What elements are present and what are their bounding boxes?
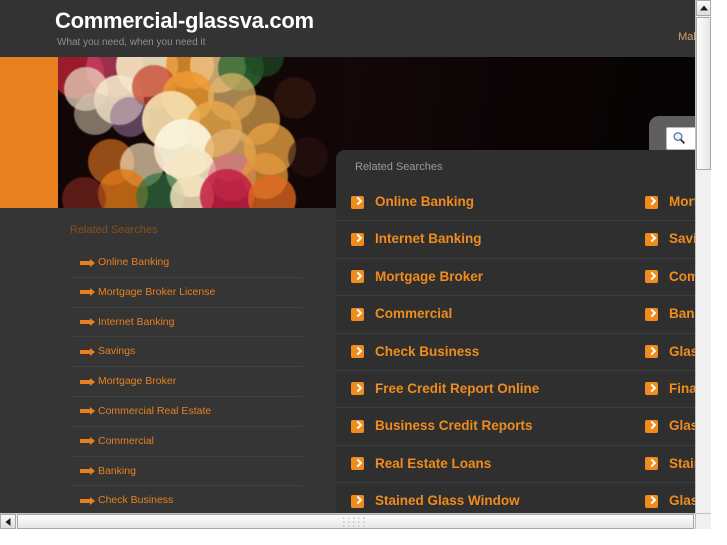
sidebar-item-label: Mortgage Broker (98, 375, 177, 388)
chevron-right-icon (351, 195, 364, 209)
sidebar-heading: Related Searches (70, 224, 158, 236)
arrow-bullet-icon (80, 377, 95, 386)
bokeh-lights-photo (58, 57, 342, 208)
browser-viewport: Commercial-glassva.com What you need, wh… (0, 0, 711, 529)
chevron-right-icon (351, 457, 364, 471)
sidebar-item-label: Banking (98, 464, 136, 477)
sidebar-item-label: Commercial (98, 434, 155, 447)
chevron-right-icon (351, 270, 364, 284)
chevron-right-icon (645, 457, 658, 471)
overlay-link[interactable]: Check Business (351, 334, 665, 370)
scrollbar-corner (695, 513, 711, 529)
chevron-right-icon (351, 382, 364, 396)
sidebar-item[interactable]: Check Business (70, 486, 302, 517)
grip-dots-icon (342, 517, 364, 526)
chevron-right-icon (645, 382, 658, 396)
overlay-link[interactable]: Online Banking (351, 184, 665, 220)
overlay-link-label: Free Credit Report Online (375, 380, 540, 396)
sidebar-item[interactable]: Online Banking (70, 248, 302, 278)
chevron-right-icon (351, 419, 364, 433)
overlay-row: Free Credit Report Online Financ (336, 371, 711, 409)
arrow-bullet-icon (80, 437, 95, 446)
sidebar-item[interactable]: Internet Banking (70, 308, 302, 338)
overlay-link-label: Stained Glass Window (375, 493, 520, 509)
arrow-bullet-icon (80, 407, 95, 416)
sidebar-item[interactable]: Banking (70, 457, 302, 487)
chevron-right-icon (645, 345, 658, 359)
scroll-left-button[interactable] (0, 514, 16, 529)
arrow-bullet-icon (80, 467, 95, 476)
overlay-link-label: Internet Banking (375, 231, 482, 247)
scroll-up-button[interactable] (696, 0, 711, 16)
overlay-row: Business Credit ReportsGlass D (336, 408, 711, 446)
horizontal-scrollbar[interactable] (0, 513, 711, 529)
site-title: Commercial-glassva.com (55, 8, 314, 33)
overlay-link[interactable]: Free Credit Report Online (351, 371, 665, 407)
overlay-row: Real Estate LoansStained (336, 446, 711, 484)
sidebar-related-searches: Related Searches Online Banking Mortgage … (0, 208, 336, 529)
overlay-link-grid: Online Banking Mortga Internet Banking Savi… (336, 184, 711, 529)
sidebar-item[interactable]: Commercial Real Estate (70, 397, 302, 427)
overlay-link[interactable]: Internet Banking (351, 221, 665, 257)
sidebar-item-label: Online Banking (98, 256, 170, 268)
chevron-right-icon (645, 195, 658, 209)
vertical-scroll-thumb[interactable] (696, 17, 711, 170)
overlay-link-label: Business Credit Reports (375, 418, 533, 434)
arrow-bullet-icon (80, 496, 95, 505)
overlay-row: Online Banking Mortga (336, 184, 711, 222)
sidebar-item-label: Internet Banking (98, 315, 175, 328)
chevron-right-icon (645, 307, 658, 321)
site-tagline: What you need, when you need it (57, 37, 206, 48)
sidebar-item-label: Check Business (98, 494, 174, 507)
overlay-row: Check BusinessGlass T (336, 334, 711, 371)
sidebar-item[interactable]: Commercial (70, 427, 302, 457)
chevron-right-icon (645, 494, 658, 508)
overlay-link-label: Real Estate Loans (375, 455, 492, 471)
chevron-right-icon (645, 232, 658, 246)
arrow-bullet-icon (80, 318, 95, 327)
sidebar-item[interactable]: Mortgage Broker (70, 367, 302, 397)
banner-orange-swatch (0, 57, 58, 208)
horizontal-scroll-thumb[interactable] (17, 514, 694, 529)
search-icon (673, 132, 686, 145)
chevron-up-icon (699, 5, 708, 11)
overlay-link-label: Mortgage Broker (375, 268, 484, 284)
overlay-link-label: Check Business (375, 343, 480, 359)
sidebar-item[interactable]: Mortgage Broker License (70, 278, 302, 308)
overlay-link-label: Commercial (375, 306, 453, 322)
sidebar-item-label: Commercial Real Estate (98, 404, 212, 417)
sidebar-item-label: Mortgage Broker License (98, 285, 216, 298)
chevron-left-icon (5, 517, 11, 526)
chevron-right-icon (351, 345, 364, 359)
chevron-right-icon (351, 307, 364, 321)
overlay-link-label: Online Banking (375, 194, 475, 209)
overlay-link[interactable]: Business Credit Reports (351, 408, 665, 444)
site-header: Commercial-glassva.com What you need, wh… (0, 0, 711, 57)
overlay-row: Internet Banking Saving (336, 221, 711, 259)
arrow-bullet-icon (80, 258, 95, 267)
sidebar-item[interactable]: Savings (70, 337, 302, 368)
chevron-right-icon (645, 419, 658, 433)
chevron-right-icon (351, 494, 364, 508)
chevron-right-icon (645, 270, 658, 284)
overlay-link[interactable]: Real Estate Loans (351, 446, 665, 482)
overlay-row: Commercial Bankin (336, 296, 711, 334)
overlay-link[interactable]: Commercial (351, 296, 665, 332)
vertical-scrollbar[interactable] (695, 0, 711, 529)
arrow-bullet-icon (80, 288, 95, 297)
overlay-heading: Related Searches (355, 161, 443, 173)
chevron-right-icon (351, 232, 364, 246)
sidebar-item-label: Savings (98, 345, 136, 358)
overlay-link[interactable]: Mortgage Broker (351, 259, 665, 295)
sidebar-list: Online Banking Mortgage Broker License Int… (70, 248, 302, 529)
related-searches-overlay: Related Searches Online Banking Mortga Int… (336, 150, 711, 529)
overlay-row: Mortgage BrokerComme (336, 259, 711, 297)
arrow-bullet-icon (80, 347, 95, 356)
